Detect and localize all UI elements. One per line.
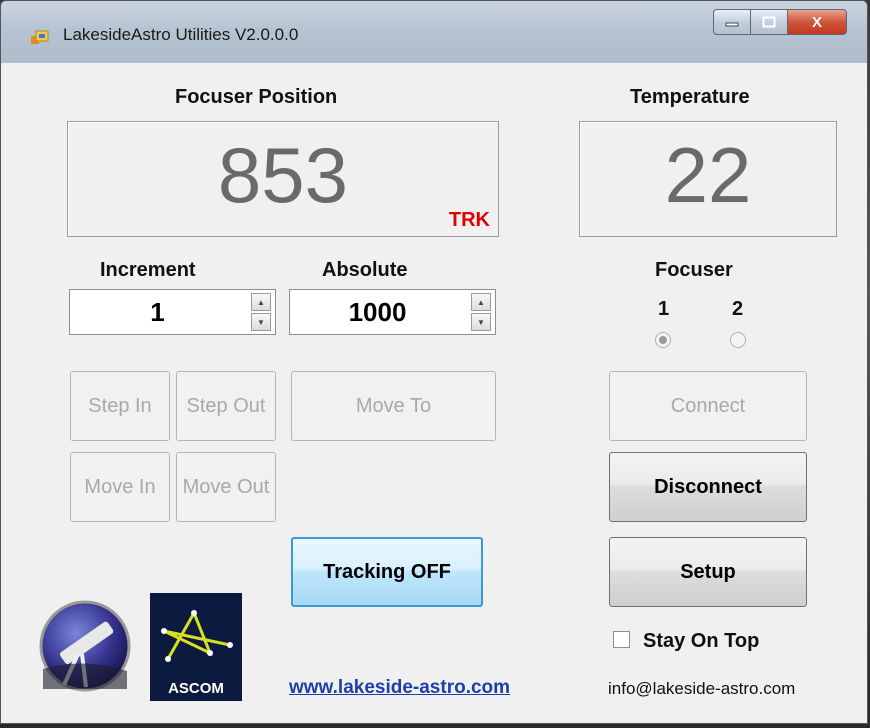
increment-up-icon[interactable]: ▲: [251, 293, 271, 311]
focuser-1-radio[interactable]: [655, 332, 671, 348]
ascom-star-icon: [161, 609, 233, 662]
focuser-position-display: 853 TRK: [67, 121, 499, 237]
temperature-label: Temperature: [630, 86, 750, 108]
focuser-position-value: 853: [217, 131, 349, 219]
ascom-logo-text: ASCOM: [168, 680, 224, 697]
absolute-stepper[interactable]: 1000 ▲ ▼: [289, 289, 496, 335]
maximize-button[interactable]: [751, 9, 788, 35]
step-in-button[interactable]: Step In: [70, 371, 170, 441]
focuser-option-2-label: 2: [732, 298, 744, 320]
stay-on-top-checkbox[interactable]: [613, 631, 630, 648]
focuser-position-label: Focuser Position: [175, 86, 338, 108]
tracking-badge: TRK: [448, 209, 490, 231]
setup-button[interactable]: Setup: [609, 537, 807, 607]
absolute-label: Absolute: [322, 259, 408, 281]
increment-down-icon[interactable]: ▼: [251, 313, 271, 331]
focuser-2-radio[interactable]: [730, 332, 746, 348]
absolute-up-icon[interactable]: ▲: [471, 293, 491, 311]
close-button[interactable]: X: [788, 9, 847, 35]
move-in-button[interactable]: Move In: [70, 452, 170, 522]
close-icon: X: [811, 13, 822, 31]
window-controls: X: [713, 9, 847, 37]
increment-stepper[interactable]: 1 ▲ ▼: [69, 289, 276, 335]
app-window: LakesideAstro Utilities V2.0.0.0 X Focus…: [0, 0, 868, 724]
website-link[interactable]: www.lakeside-astro.com: [289, 677, 510, 699]
absolute-value[interactable]: 1000: [290, 290, 465, 334]
temperature-display: 22: [579, 121, 837, 237]
move-to-button[interactable]: Move To: [291, 371, 496, 441]
email-text: info@lakeside-astro.com: [608, 679, 796, 698]
absolute-down-icon[interactable]: ▼: [471, 313, 491, 331]
step-out-button[interactable]: Step Out: [176, 371, 276, 441]
client-area: Focuser Position 853 TRK Temperature 22 …: [10, 63, 858, 723]
increment-label: Increment: [100, 259, 196, 281]
increment-value[interactable]: 1: [70, 290, 245, 334]
increment-spin[interactable]: ▲ ▼: [251, 293, 271, 331]
title-bar[interactable]: LakesideAstro Utilities V2.0.0.0 X: [1, 1, 867, 63]
focuser-select-label: Focuser: [655, 259, 733, 281]
maximize-icon: [762, 16, 776, 28]
window-title: LakesideAstro Utilities V2.0.0.0: [63, 25, 299, 44]
app-icon: [31, 30, 49, 44]
absolute-spin[interactable]: ▲ ▼: [471, 293, 491, 331]
ascom-logo: ASCOM: [150, 593, 242, 701]
connect-button[interactable]: Connect: [609, 371, 807, 441]
stay-on-top-label[interactable]: Stay On Top: [643, 630, 759, 653]
minimize-button[interactable]: [713, 9, 751, 35]
focuser-option-1-label: 1: [658, 298, 670, 320]
telescope-logo-icon: [39, 600, 131, 692]
tracking-button[interactable]: Tracking OFF: [291, 537, 483, 607]
disconnect-button[interactable]: Disconnect: [609, 452, 807, 522]
minimize-icon: [725, 22, 739, 27]
move-out-button[interactable]: Move Out: [176, 452, 276, 522]
temperature-value: 22: [664, 131, 752, 219]
